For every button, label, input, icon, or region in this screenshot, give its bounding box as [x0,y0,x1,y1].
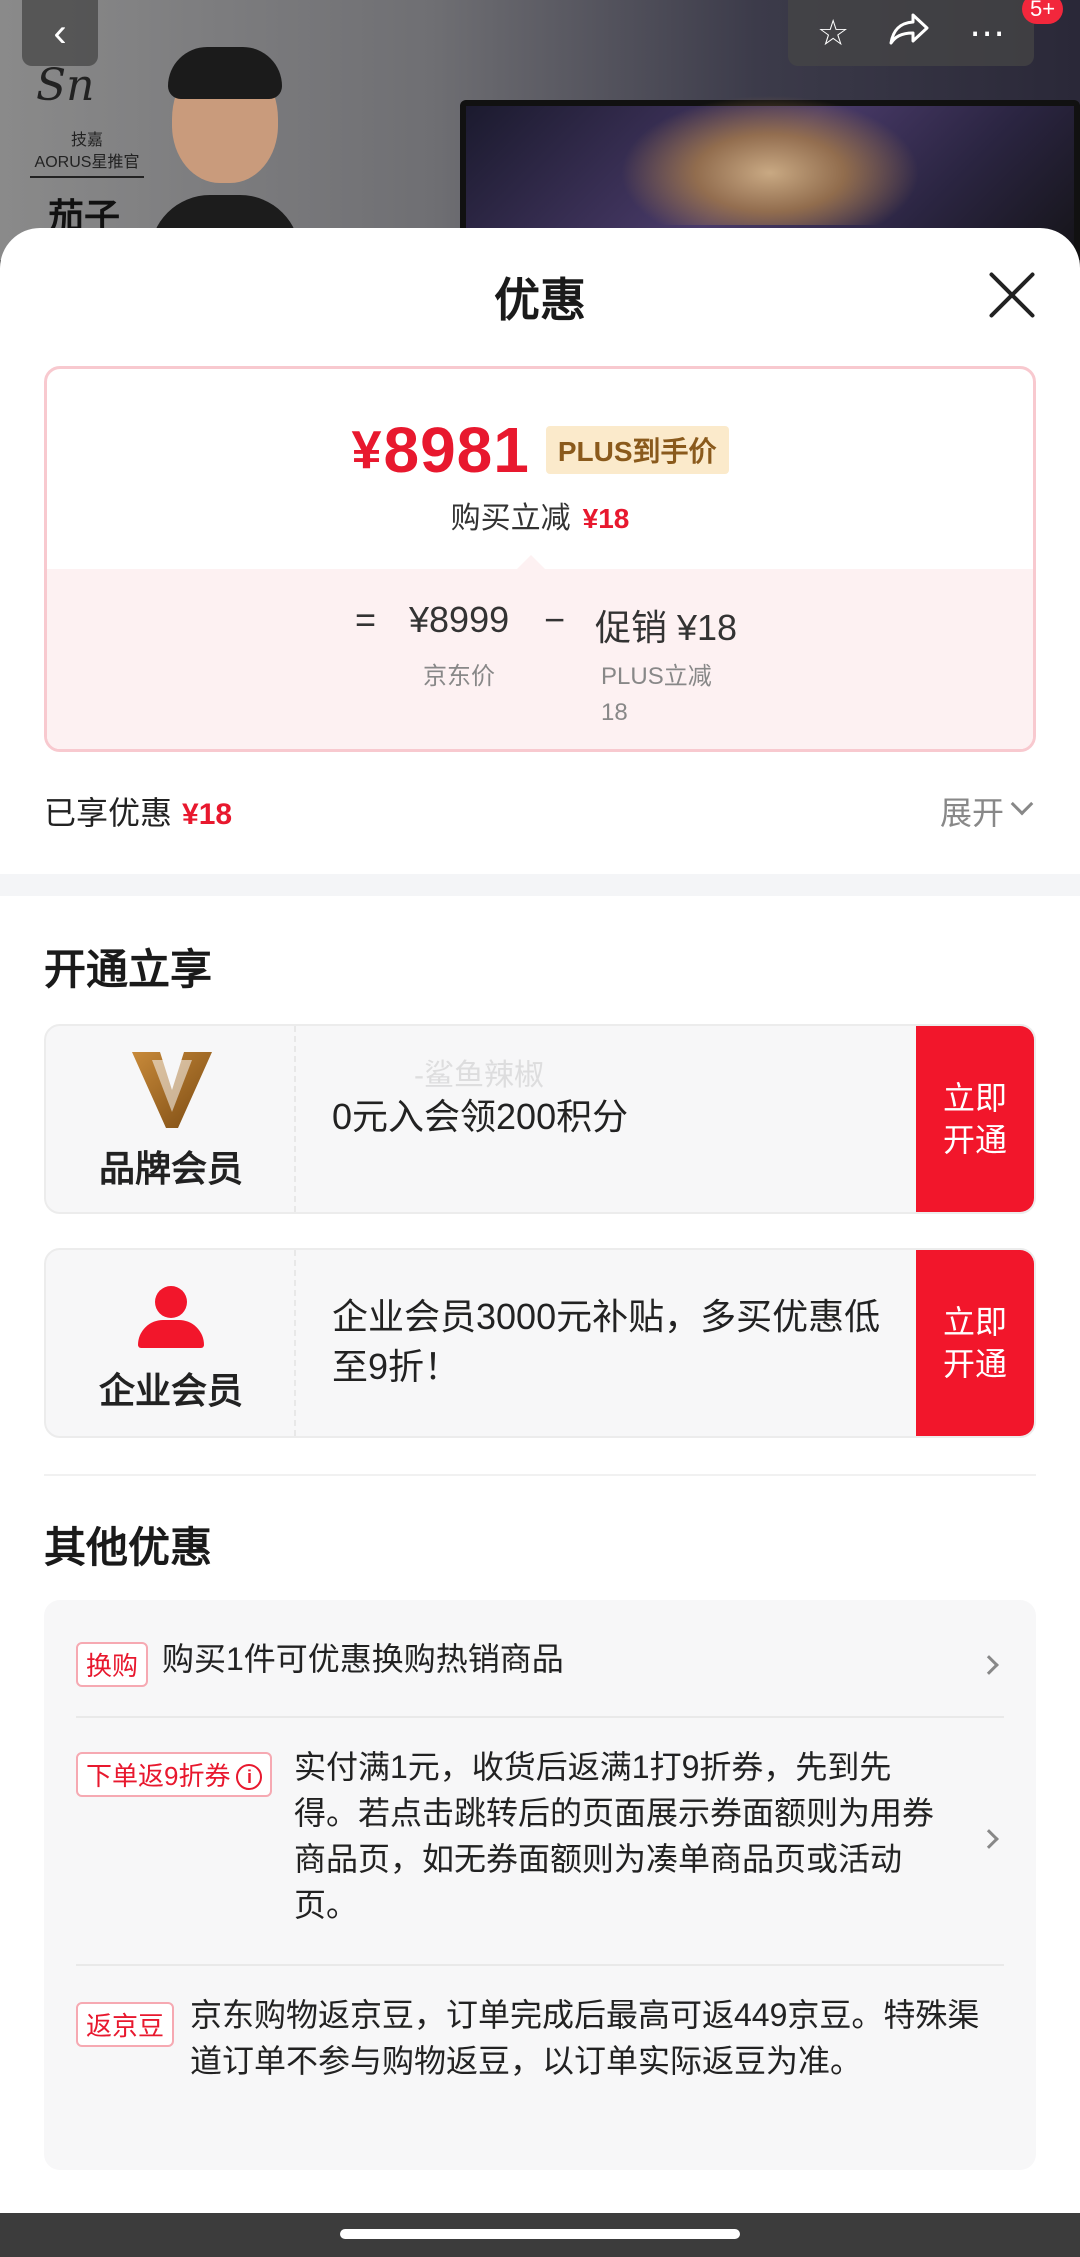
sheet-title: 优惠 [494,274,586,326]
equals-sign: = [355,599,377,640]
minus-sign: − [544,599,566,640]
star-icon[interactable]: ☆ [817,12,849,54]
watermark-text: -鲨鱼辣椒 [414,1059,544,1092]
notification-badge: 5+ [1022,0,1064,24]
price-card: ¥ 8981 PLUS到手价 购买立减 ¥18 = ¥8999 − 促销 ¥18 … [44,366,1036,752]
section-divider [0,874,1080,896]
signature-logo: Sn [36,60,95,111]
enjoyed-value: ¥18 [182,798,233,831]
enterprise-member-card[interactable]: 企业会员 企业会员3000元补贴，多买优惠低至9折！ 立即 开通 [44,1248,1036,1438]
plus-price-tag: PLUS到手价 [545,426,729,474]
coupon-return-text: 实付满1元，收货后返满1打9折券，先到先得。若点击跳转后的页面展示券面额则为用券… [294,1749,935,1923]
open-section-title: 开通立享 [44,946,213,993]
enterprise-member-text: 企业会员3000元补贴，多买优惠低至9折！ [332,1296,881,1387]
promo-amount: 促销 ¥18 [595,607,738,648]
list-item-coupon-return[interactable]: 下单返9折券 i 实付满1元，收货后返满1打9折券，先到先得。若点击跳转后的页面展… [76,1748,1004,1938]
chevron-right-icon[interactable] [979,1655,999,1675]
brand-member-open-button[interactable]: 立即 开通 [916,1026,1034,1212]
section-separator [44,1474,1036,1476]
chevron-down-icon[interactable] [1010,792,1034,816]
other-discounts-list: 换购 购买1件可优惠换购热销商品 下单返9折券 i 实付满1元，收货后返满1打9折… [44,1600,1036,2170]
top-action-bar: ☆ ⋯ [788,0,1034,66]
brand-caption: 技嘉 AORUS星推官 [22,130,152,180]
enjoyed-discount: 已享优惠 ¥18 [44,795,233,831]
enterprise-member-label: 企业会员 [98,1370,243,1411]
expand-button[interactable]: 展开 [940,788,1004,834]
jd-price: ¥8999 [409,599,510,640]
brand-member-text: 0元入会领200积分 [332,1096,629,1137]
chevron-right-icon[interactable] [979,1829,999,1849]
plus-reduce-value: 18 [601,699,628,726]
discount-line: 购买立减 ¥18 [450,502,630,535]
share-icon[interactable] [887,11,931,56]
discount-value: ¥18 [582,503,630,534]
brand-member-label: 品牌会员 [98,1148,243,1189]
eagle-graphic [620,95,920,225]
enterprise-member-open-button[interactable]: 立即 开通 [916,1250,1034,1436]
trade-in-tag: 换购 [76,1642,149,1687]
price-currency: ¥ [351,420,382,480]
info-icon: i [236,1764,263,1790]
list-item-jd-beans: 返京豆 京东购物返京豆，订单完成后最高可返449京豆。特殊渠道订单不参与购物返豆… [76,1992,1004,2142]
trade-in-text: 购买1件可优惠换购热销商品 [162,1641,564,1677]
more-icon[interactable]: ⋯ [969,12,1005,54]
list-item-trade-in[interactable]: 换购 购买1件可优惠换购热销商品 [76,1634,1004,1694]
close-icon[interactable] [985,268,1039,322]
brand-v-logo-icon [132,1052,212,1128]
final-price: 8981 [383,414,530,486]
coupon-return-tag: 下单返9折券 i [76,1752,273,1797]
discount-sheet: 优惠 ¥ 8981 PLUS到手价 购买立减 ¥18 = ¥8999 − 促销 ¥… [0,228,1080,2213]
jd-beans-tag: 返京豆 [76,2002,175,2047]
back-button[interactable]: ‹ [22,0,98,66]
chevron-left-icon: ‹ [53,10,67,55]
jd-price-label: 京东价 [423,663,495,690]
jd-beans-text: 京东购物返京豆，订单完成后最高可返449京豆。特殊渠道订单不参与购物返豆，以订单… [190,1997,980,2079]
others-section-title: 其他优惠 [44,1524,213,1571]
price-breakdown: = ¥8999 − 促销 ¥18 京东价 PLUS立减 18 [47,555,1033,749]
home-indicator[interactable] [340,2229,740,2239]
user-icon [138,1286,204,1348]
plus-reduce-label: PLUS立减 [601,663,712,690]
